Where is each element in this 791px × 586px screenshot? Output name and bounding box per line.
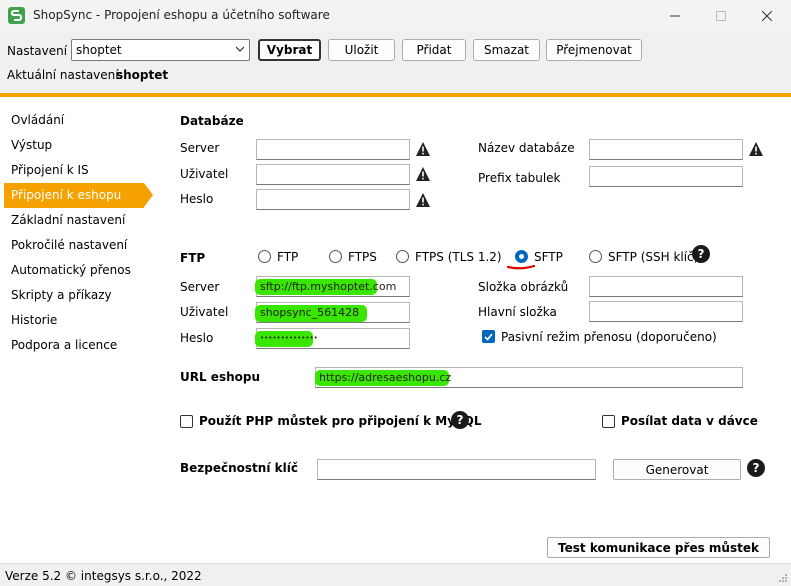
select-button[interactable]: Vybrat <box>258 39 321 61</box>
maximize-button[interactable] <box>698 0 744 32</box>
db-server-label: Server <box>180 141 220 155</box>
sidebar-item-pripojeni-is[interactable]: Připojení k IS <box>4 158 144 183</box>
images-folder-label: Složka obrázků <box>478 280 569 294</box>
sidebar-item-zakladni-nastaveni[interactable]: Základní nastavení <box>4 208 144 233</box>
radio-ftps-tls-label: FTPS (TLS 1.2) <box>415 250 502 264</box>
sidebar-item-automaticky-prenos[interactable]: Automatický přenos <box>4 258 144 283</box>
ftp-server-input[interactable]: sftp://ftp.myshoptet.com <box>255 276 410 297</box>
radio-sftp-label: SFTP <box>534 250 563 264</box>
window-title: ShopSync - Propojení eshopu a účetního s… <box>33 8 330 22</box>
warning-icon <box>416 193 430 207</box>
db-server-input[interactable] <box>256 139 410 160</box>
radio-ftp-label: FTP <box>277 250 299 264</box>
help-icon[interactable]: ? <box>692 245 710 263</box>
delete-button[interactable]: Smazat <box>473 39 540 61</box>
sidebar-item-historie[interactable]: Historie <box>4 308 144 333</box>
minimize-icon <box>670 15 680 17</box>
version-text: Verze 5.2 © integsys s.r.o., 2022 <box>5 569 202 583</box>
sidebar-item-pripojeni-eshop[interactable]: Připojení k eshopu <box>4 183 153 208</box>
db-user-input[interactable] <box>256 164 410 185</box>
maximize-icon <box>716 11 726 21</box>
profile-select[interactable]: shoptet <box>71 39 250 61</box>
profile-select-value: shoptet <box>76 43 122 57</box>
db-name-input[interactable] <box>589 139 743 160</box>
warning-icon <box>749 142 763 156</box>
settings-label: Nastavení <box>7 44 68 58</box>
radio-ftps-tls[interactable] <box>396 250 409 263</box>
radio-sftp[interactable] <box>515 250 528 263</box>
sidebar: Ovládání Výstup Připojení k IS Připojení… <box>0 97 160 563</box>
close-icon <box>762 11 772 21</box>
db-name-label: Název databáze <box>478 141 575 155</box>
test-bridge-button[interactable]: Test komunikace přes můstek <box>547 537 770 558</box>
php-bridge-label: Použít PHP můstek pro připojení k MySQL <box>199 414 482 428</box>
resize-grip-icon[interactable] <box>778 573 788 583</box>
radio-sftp-ssh[interactable] <box>589 250 602 263</box>
close-button[interactable] <box>744 0 790 32</box>
radio-ftps-label: FTPS <box>348 250 377 264</box>
db-password-label: Heslo <box>180 192 214 206</box>
warning-icon <box>416 167 430 181</box>
images-folder-input[interactable] <box>589 276 743 297</box>
generate-button[interactable]: Generovat <box>613 459 741 480</box>
sidebar-item-podpora[interactable]: Podpora a licence <box>4 333 144 358</box>
title-bar: ShopSync - Propojení eshopu a účetního s… <box>0 0 791 32</box>
passive-mode-checkbox[interactable] <box>482 330 495 343</box>
help-icon[interactable]: ? <box>451 411 469 429</box>
batch-checkbox[interactable] <box>602 415 615 428</box>
sidebar-item-vystup[interactable]: Výstup <box>4 133 144 158</box>
sidebar-item-pokrocile-nastaveni[interactable]: Pokročilé nastavení <box>4 233 144 258</box>
status-bar: Verze 5.2 © integsys s.r.o., 2022 <box>0 563 791 586</box>
ftp-password-input[interactable]: •••••••••••••• <box>255 328 410 349</box>
minimize-button[interactable] <box>652 0 698 32</box>
ftp-user-label: Uživatel <box>180 305 229 319</box>
db-user-label: Uživatel <box>180 167 229 181</box>
radio-ftp[interactable] <box>258 250 271 263</box>
sidebar-item-ovladani[interactable]: Ovládání <box>4 108 144 133</box>
database-heading: Databáze <box>180 114 244 128</box>
url-label: URL eshopu <box>180 370 261 384</box>
sidebar-item-skripty[interactable]: Skripty a příkazy <box>4 283 144 308</box>
main-folder-label: Hlavní složka <box>478 305 557 319</box>
app-logo-icon <box>8 7 25 24</box>
help-icon[interactable]: ? <box>747 459 765 477</box>
chevron-down-icon <box>235 46 245 52</box>
checkmark-icon <box>484 333 493 341</box>
security-key-label: Bezpečnostní klíč <box>180 461 298 475</box>
php-bridge-checkbox[interactable] <box>180 415 193 428</box>
security-key-input[interactable] <box>317 459 596 480</box>
db-prefix-label: Prefix tabulek <box>478 171 561 185</box>
radio-sftp-ssh-label: SFTP (SSH klíč) <box>608 250 699 264</box>
ftp-heading: FTP <box>180 251 206 265</box>
db-prefix-input[interactable] <box>589 166 743 187</box>
url-input[interactable]: https://adresaeshopu.cz <box>315 367 743 388</box>
db-password-input[interactable] <box>256 189 410 210</box>
warning-icon <box>416 142 430 156</box>
ftp-server-label: Server <box>180 280 220 294</box>
radio-ftps[interactable] <box>329 250 342 263</box>
save-button[interactable]: Uložit <box>328 39 395 61</box>
current-settings-label: Aktuální nastavení: <box>7 68 123 82</box>
red-underline-mark <box>507 264 535 270</box>
batch-label: Posílat data v dávce <box>621 414 758 428</box>
settings-toolbar: Nastavení shoptet Vybrat Uložit Přidat S… <box>0 32 791 93</box>
ftp-password-label: Heslo <box>180 331 214 345</box>
add-button[interactable]: Přidat <box>402 39 466 61</box>
ftp-user-input[interactable]: shopsync_561428 <box>255 302 410 323</box>
rename-button[interactable]: Přejmenovat <box>546 39 642 61</box>
current-settings-value: shoptet <box>116 68 169 82</box>
passive-mode-label: Pasivní režim přenosu (doporučeno) <box>501 330 717 344</box>
main-folder-input[interactable] <box>589 301 743 322</box>
